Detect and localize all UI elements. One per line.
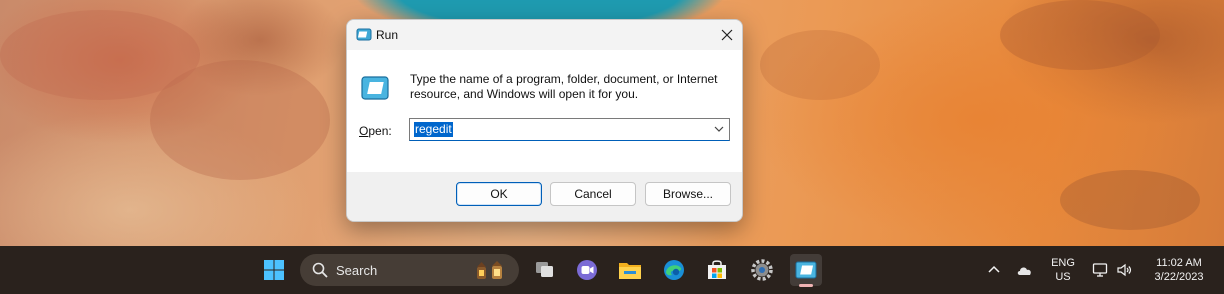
dialog-title: Run bbox=[376, 28, 399, 42]
dialog-description: Type the name of a program, folder, docu… bbox=[410, 72, 718, 101]
search-highlight-icon bbox=[477, 261, 502, 279]
cancel-button[interactable]: Cancel bbox=[550, 182, 636, 206]
task-view-icon bbox=[536, 262, 553, 277]
store-button[interactable] bbox=[701, 254, 733, 286]
windows-start-icon bbox=[264, 260, 284, 280]
run-icon bbox=[356, 28, 372, 41]
dialog-body: Type the name of a program, folder, docu… bbox=[347, 50, 742, 172]
teams-chat-icon bbox=[577, 260, 597, 280]
chevron-up-icon[interactable] bbox=[986, 262, 1002, 278]
dialog-titlebar[interactable]: Run bbox=[347, 20, 742, 50]
settings-button[interactable] bbox=[746, 254, 778, 286]
active-indicator bbox=[799, 284, 813, 287]
run-icon bbox=[795, 261, 817, 279]
settings-gear-icon bbox=[751, 259, 773, 281]
task-view-button[interactable] bbox=[529, 254, 561, 286]
chevron-down-icon[interactable] bbox=[713, 123, 725, 135]
close-button[interactable] bbox=[712, 20, 742, 50]
run-program-icon bbox=[361, 76, 389, 100]
edge-icon bbox=[664, 260, 684, 280]
open-label-accelerator: O bbox=[359, 124, 369, 138]
taskbar: Search ENG US 11:02 AM 3/22/2023 bbox=[0, 246, 1224, 294]
dialog-footer: OK Cancel Browse... bbox=[347, 172, 742, 221]
clock-date: 3/22/2023 bbox=[1154, 271, 1204, 283]
wallpaper-rock bbox=[1060, 170, 1200, 230]
ok-button[interactable]: OK bbox=[456, 182, 542, 206]
language-indicator[interactable]: ENG US bbox=[1046, 256, 1080, 284]
wallpaper-rock bbox=[0, 10, 200, 100]
browse-button[interactable]: Browse... bbox=[645, 182, 731, 206]
wallpaper-rock bbox=[1000, 0, 1160, 70]
store-icon bbox=[708, 260, 726, 279]
search-icon bbox=[312, 262, 328, 278]
search-placeholder: Search bbox=[336, 263, 378, 278]
open-combobox[interactable]: regedit bbox=[409, 118, 730, 141]
close-icon bbox=[721, 29, 733, 41]
cloud-icon[interactable] bbox=[1016, 262, 1034, 278]
open-input-value[interactable]: regedit bbox=[414, 122, 453, 137]
volume-icon[interactable] bbox=[1116, 262, 1132, 278]
file-explorer-icon bbox=[619, 263, 641, 279]
clock-time: 11:02 AM bbox=[1156, 257, 1202, 269]
file-explorer-button[interactable] bbox=[614, 254, 646, 286]
language-text: ENG bbox=[1051, 257, 1075, 269]
teams-chat-button[interactable] bbox=[571, 254, 603, 286]
wallpaper-rock bbox=[760, 30, 880, 100]
network-icon[interactable] bbox=[1092, 262, 1108, 278]
start-button[interactable] bbox=[258, 254, 290, 286]
open-label-text: pen: bbox=[368, 124, 392, 138]
clock[interactable]: 11:02 AM 3/22/2023 bbox=[1144, 256, 1214, 284]
run-dialog: Run Type the name of a program, folder, … bbox=[346, 19, 743, 222]
open-label: Open: bbox=[359, 124, 392, 138]
edge-button[interactable] bbox=[658, 254, 690, 286]
run-taskbar-button[interactable] bbox=[790, 254, 822, 287]
taskbar-search[interactable]: Search bbox=[300, 254, 519, 286]
region-text: US bbox=[1055, 271, 1071, 283]
